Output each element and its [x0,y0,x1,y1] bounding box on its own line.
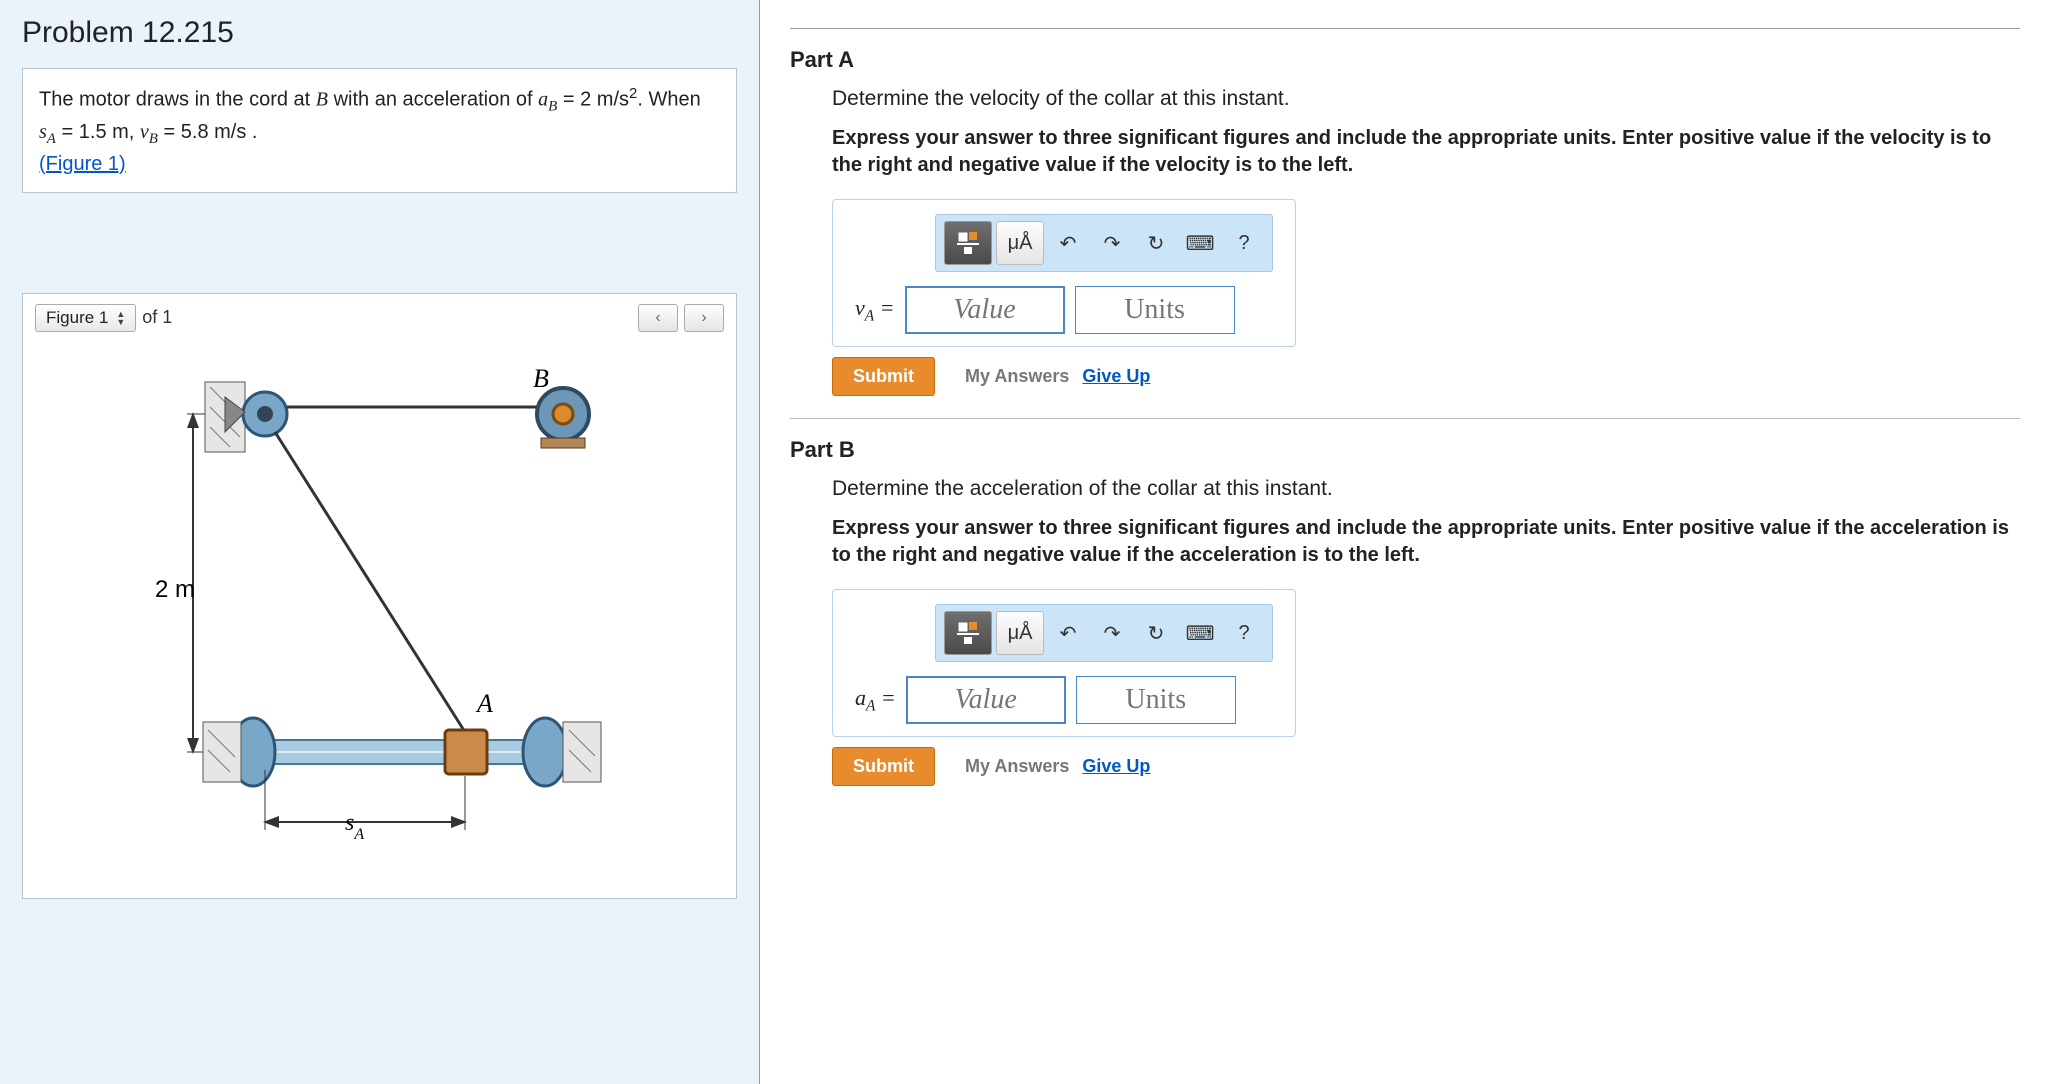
units-icon-label: μÅ [1008,232,1033,255]
part-b-give-up-link[interactable]: Give Up [1082,756,1150,776]
sub-A: A [47,131,56,147]
help-icon: ? [1238,622,1249,645]
part-a-submit-row: Submit My Answers Give Up [832,357,2020,396]
units-button[interactable]: μÅ [996,611,1044,655]
label-2m: 2 m [155,576,195,603]
part-a-answer-row: vA = [855,286,1273,334]
desc-text: . When [637,89,700,111]
undo-button[interactable]: ↶ [1048,221,1088,265]
var-a: a [538,89,548,111]
prev-figure-button[interactable]: ‹ [638,304,678,332]
label-sA: sA [345,810,364,843]
mechanism-diagram: B 2 m [145,352,615,872]
var-B: B [316,89,328,111]
figure-box: Figure 1 ▲▼ of 1 ‹ › [22,293,737,899]
sub-B: B [548,99,557,115]
desc-text: with an acceleration of [328,89,538,111]
var-s: s [39,121,47,143]
part-a-submit-button[interactable]: Submit [832,357,935,396]
label-A: A [475,689,493,718]
redo-icon: ↷ [1104,621,1121,646]
redo-icon: ↷ [1104,231,1121,256]
template-button[interactable] [944,221,992,265]
next-figure-button[interactable]: › [684,304,724,332]
fraction-icon [955,230,981,256]
part-b-toolbar: μÅ ↶ ↷ ↻ ⌨ ? [935,604,1273,662]
template-button[interactable] [944,611,992,655]
sub-B: B [149,131,158,147]
part-b-body: Determine the acceleration of the collar… [790,477,2020,786]
redo-button[interactable]: ↷ [1092,611,1132,655]
redo-button[interactable]: ↷ [1092,221,1132,265]
figure-count: of 1 [142,307,172,328]
part-a-body: Determine the velocity of the collar at … [790,87,2020,396]
part-a-title: Part A [790,47,2020,73]
part-a-toolbar: μÅ ↶ ↷ ↻ ⌨ ? [935,214,1273,272]
figure-selector-label: Figure 1 [46,308,108,328]
answer-panel: Part A Determine the velocity of the col… [760,0,2050,1084]
part-a-answer-frame: μÅ ↶ ↷ ↻ ⌨ ? vA = [832,199,1296,347]
part-b-answer-frame: μÅ ↶ ↷ ↻ ⌨ ? aA = [832,589,1296,737]
reset-button[interactable]: ↻ [1136,221,1176,265]
part-a-units-input[interactable] [1075,286,1235,334]
undo-button[interactable]: ↶ [1048,611,1088,655]
help-icon: ? [1238,232,1249,255]
figure-header: Figure 1 ▲▼ of 1 ‹ › [35,304,724,332]
part-b-variable: aA = [855,685,896,715]
val-text: = 5.8 m/s . [158,121,257,143]
var-v: v [140,121,149,143]
part-b-answer-row: aA = [855,676,1273,724]
keyboard-icon: ⌨ [1186,231,1215,256]
units-icon-label: μÅ [1008,622,1033,645]
reset-icon: ↻ [1148,621,1165,646]
part-b-submit-row: Submit My Answers Give Up [832,747,2020,786]
part-b-title: Part B [790,437,2020,463]
part-a-my-answers: My Answers [965,366,1069,386]
figure-link[interactable]: (Figure 1) [39,153,126,175]
keyboard-icon: ⌨ [1186,621,1215,646]
reset-button[interactable]: ↻ [1136,611,1176,655]
part-b-submit-button[interactable]: Submit [832,747,935,786]
part-a-give-up-link[interactable]: Give Up [1082,366,1150,386]
undo-icon: ↶ [1060,621,1077,646]
part-b-instructions: Express your answer to three significant… [832,515,2020,569]
keyboard-button[interactable]: ⌨ [1180,221,1220,265]
fraction-icon [955,620,981,646]
figure-image: B 2 m [35,342,724,882]
part-b-units-input[interactable] [1076,676,1236,724]
figure-nav: ‹ › [638,304,724,332]
stepper-arrows-icon: ▲▼ [116,310,125,326]
part-a-variable: vA = [855,295,895,325]
part-b-value-input[interactable] [906,676,1066,724]
part-a-value-input[interactable] [905,286,1065,334]
problem-panel: Problem 12.215 The motor draws in the co… [0,0,760,1084]
desc-text: The motor draws in the cord at [39,89,316,111]
part-a-instructions: Express your answer to three significant… [832,125,2020,179]
part-a-question: Determine the velocity of the collar at … [832,87,2020,111]
undo-icon: ↶ [1060,231,1077,256]
problem-title: Problem 12.215 [22,16,737,50]
help-button[interactable]: ? [1224,611,1264,655]
problem-description: The motor draws in the cord at B with an… [22,68,737,193]
part-b-question: Determine the acceleration of the collar… [832,477,2020,501]
figure-selector[interactable]: Figure 1 ▲▼ [35,304,136,332]
part-b-my-answers: My Answers [965,756,1069,776]
units-button[interactable]: μÅ [996,221,1044,265]
label-B: B [533,364,549,393]
val-text: = 2 m/s [557,89,629,111]
val-text: = 1.5 m, [56,121,140,143]
help-button[interactable]: ? [1224,221,1264,265]
keyboard-button[interactable]: ⌨ [1180,611,1220,655]
reset-icon: ↻ [1148,231,1165,256]
